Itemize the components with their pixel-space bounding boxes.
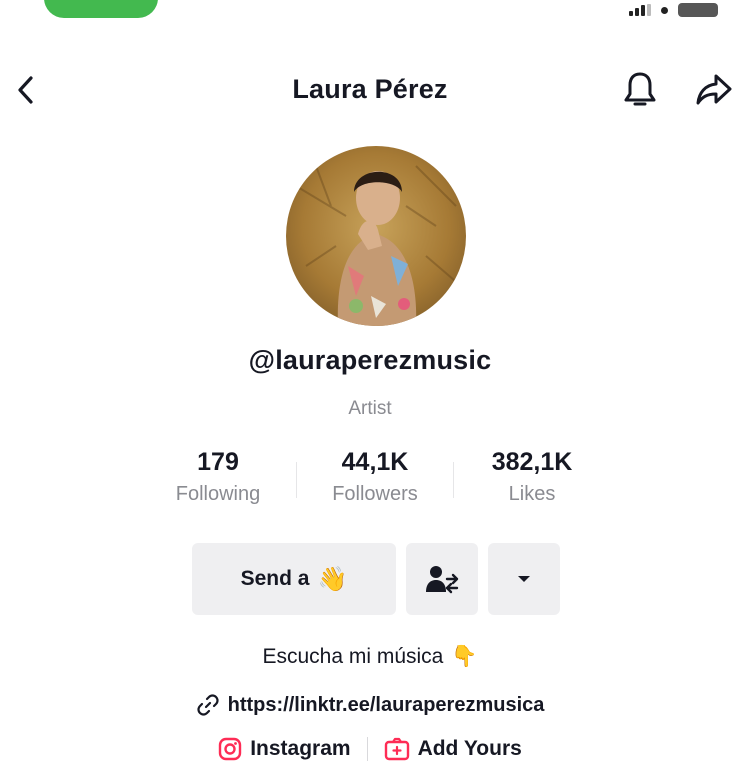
more-options-button[interactable]	[488, 543, 560, 615]
followers-stat[interactable]: 44,1K Followers	[297, 448, 453, 506]
link-url: https://linktr.ee/lauraperezmusica	[227, 693, 545, 716]
bell-icon	[624, 72, 656, 106]
send-wave-button[interactable]: Send a 👋	[192, 543, 396, 615]
add-yours-icon	[384, 737, 409, 761]
bio-link[interactable]: https://linktr.ee/lauraperezmusica	[0, 693, 740, 717]
share-arrow-icon	[696, 74, 732, 105]
top-bar: Laura Pérez	[0, 58, 740, 122]
wifi-icon	[661, 6, 668, 14]
caret-down-icon	[518, 576, 530, 582]
followers-count: 44,1K	[341, 448, 409, 476]
link-icon	[197, 694, 219, 716]
bio: Escucha mi música 👇	[0, 645, 740, 669]
likes-stat[interactable]: 382,1K Likes	[454, 448, 610, 506]
profile-category: Artist	[348, 398, 392, 419]
battery-icon	[678, 3, 718, 17]
status-indicators	[629, 2, 718, 18]
call-status-pill[interactable]	[44, 0, 158, 18]
signal-icon	[629, 4, 651, 16]
add-yours-link[interactable]: Add Yours	[384, 737, 522, 761]
likes-label: Likes	[508, 483, 556, 505]
send-label: Send a	[240, 567, 310, 590]
social-divider	[366, 737, 368, 761]
avatar-photo	[295, 165, 462, 326]
add-yours-label: Add Yours	[417, 737, 522, 760]
wave-icon: 👋	[317, 565, 348, 593]
likes-count: 382,1K	[491, 448, 573, 476]
instagram-link[interactable]: Instagram	[218, 737, 351, 761]
social-links: Instagram Add Yours	[0, 737, 740, 761]
avatar[interactable]	[286, 146, 466, 326]
share-button[interactable]	[692, 68, 736, 112]
following-label: Following	[175, 483, 261, 505]
notification-button[interactable]	[618, 68, 662, 112]
bio-text: Escucha mi música	[262, 645, 444, 668]
person-swap-icon	[426, 566, 459, 594]
stats-row: 179 Following 44,1K Followers 382,1K Lik…	[140, 448, 610, 520]
username-handle: @lauraperezmusic	[248, 345, 492, 375]
instagram-label: Instagram	[250, 737, 351, 760]
following-count: 179	[197, 448, 239, 476]
followers-label: Followers	[332, 483, 418, 505]
instagram-icon	[218, 737, 242, 761]
action-buttons: Send a 👋	[192, 543, 560, 615]
pointing-down-icon: 👇	[451, 645, 478, 668]
profile-screen: Laura Pérez @lauraperezmusic Artist 179 …	[0, 0, 740, 767]
follow-back-button[interactable]	[406, 543, 478, 615]
following-stat[interactable]: 179 Following	[140, 448, 296, 506]
